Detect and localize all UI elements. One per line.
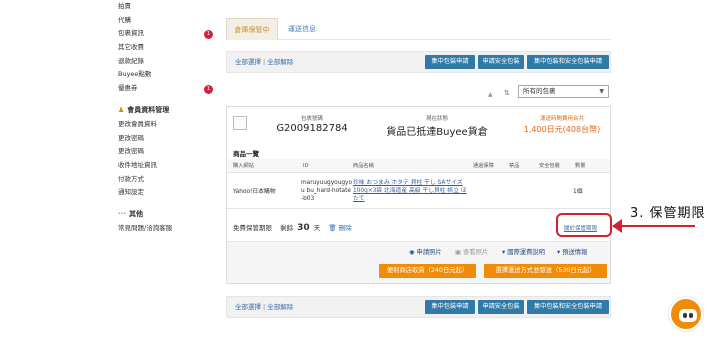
bulk-action-bar-top: 全部選擇 | 全部解除 集中包裝申請 申請安全包裝 集中包裝和安全包裝申請 <box>226 51 611 73</box>
chevron-down-icon: ▼ <box>599 88 604 95</box>
sidebar-section-other: ··· 其他 <box>110 206 220 222</box>
price-value: 1,400日元(408台幣) <box>523 125 601 134</box>
storage-remaining-label: 剩餘 <box>280 224 294 232</box>
annotation-arrow-line <box>620 225 695 227</box>
consolidate-and-safe-pack-button[interactable]: 集中包裝和安全包裝申請 <box>527 55 609 69</box>
bulk-action-bar-bottom: 全部選擇 | 全部解除 集中包裝申請 申請安全包裝 集中包裝和安全包裝申請 <box>226 296 611 318</box>
row-site: Yahoo!日本購物 <box>233 189 276 195</box>
storage-unit: 天 <box>313 224 321 232</box>
sort-icon[interactable]: ⇅ <box>504 89 510 97</box>
product-table-header: 購入網站 ID 商品名稱 通過保障 禁品 安全包裝 數量 <box>227 159 610 173</box>
safe-pack-button[interactable]: 申請安全包裝 <box>478 55 524 69</box>
sidebar-item[interactable]: 通知設定 <box>110 186 220 200</box>
chat-robot-icon <box>679 309 697 322</box>
product-list-title: 商品一覽 <box>233 150 259 158</box>
sidebar-item-label: 拍賣 <box>118 2 131 10</box>
sidebar-item-label: Buyee點數 <box>118 70 152 79</box>
annotation-highlight-box <box>556 213 612 237</box>
sidebar-item[interactable]: 常見問題/洽詢客服 <box>110 222 220 236</box>
annotation-label: 3. 保管期限 <box>630 206 706 221</box>
filter-triangle-icon: ▲ <box>488 91 493 98</box>
storage-period: 免費保管期限 剩餘 30 天 🗑 刪除 <box>233 222 352 233</box>
chevron-down-icon: ▾ <box>502 249 506 256</box>
sidebar-item[interactable]: 優惠券 1 <box>110 82 220 96</box>
section-title: 其他 <box>128 209 143 218</box>
request-photo-button[interactable]: ◉ 申請照片 <box>409 247 442 256</box>
deselect-all-link[interactable]: 全部解除 <box>267 303 293 311</box>
sidebar-item-label: 代購 <box>118 15 131 24</box>
selection-links: 全部選擇 | 全部解除 <box>235 303 294 311</box>
safe-pack-button[interactable]: 申請安全包裝 <box>478 300 524 314</box>
sidebar-section-member: ♟ 會員資料管理 <box>110 102 220 118</box>
selection-links: 全部選擇 | 全部解除 <box>235 58 294 66</box>
sidebar-item[interactable]: 更改會員資料 <box>110 118 220 132</box>
notification-badge: 1 <box>204 30 213 40</box>
choose-shipping-button[interactable]: 選擇運送方式並發送（530日元起） <box>484 264 607 278</box>
th-site: 購入網站 <box>233 163 254 169</box>
trash-icon: 🗑 <box>328 224 337 232</box>
select-all-link[interactable]: 全部選擇 <box>235 58 261 66</box>
status-value: 貨品已抵達Buyee貨倉 <box>386 127 488 138</box>
sidebar-item-label: 包裹資訊 <box>118 29 144 38</box>
view-photo-button[interactable]: ▣ 查看照片 <box>455 247 488 256</box>
sidebar-item[interactable]: Buyee點數 <box>110 68 220 82</box>
tab-warehouse[interactable]: 倉庫保管中 <box>226 18 278 40</box>
sidebar-item-label: 優惠券 <box>118 84 138 93</box>
notification-badge: 1 <box>204 85 213 95</box>
camera-icon: ◉ <box>409 249 415 256</box>
chat-support-button[interactable] <box>669 297 703 331</box>
th-safe-pack: 安全包裝 <box>539 163 560 169</box>
sidebar-item-label: 其它收費 <box>118 43 144 52</box>
tab-bar: 倉庫保管中 運送信息 <box>226 18 611 40</box>
chevron-down-icon: ▾ <box>557 249 561 256</box>
consolidate-button[interactable]: 集中包裝申請 <box>425 55 475 69</box>
th-id: ID <box>303 163 309 169</box>
sidebar-item-label: 退款紀錄 <box>118 56 144 65</box>
sidebar-item[interactable]: 退款紀錄 <box>110 55 220 69</box>
delete-button[interactable]: 🗑 刪除 <box>328 224 351 232</box>
th-guarantee: 通過保障 <box>473 163 494 169</box>
consolidate-and-safe-pack-button[interactable]: 集中包裝和安全包裝申請 <box>527 300 609 314</box>
intl-shipping-guide-toggle[interactable]: ▾ 國際運費說明 <box>502 247 545 256</box>
sidebar-item[interactable]: 更改密碼 <box>110 132 220 146</box>
select-all-link[interactable]: 全部選擇 <box>235 303 261 311</box>
section-title: 會員資料管理 <box>127 105 170 114</box>
package-checkbox[interactable] <box>233 116 247 130</box>
sidebar-item[interactable]: 收件地址資訊 <box>110 159 220 173</box>
divider <box>227 208 610 209</box>
product-name-link[interactable]: 珍味 おつまみ ホタテ 貝柱 干し SAサイズ 100g×3袋 北海道産 高級 … <box>353 179 471 203</box>
image-icon: ▣ <box>455 249 461 256</box>
sidebar-item[interactable]: 包裹資訊 1 <box>110 27 220 41</box>
th-qty: 數量 <box>575 163 586 169</box>
sidebar-item[interactable]: 代購 <box>110 14 220 28</box>
package-toolbar: ◉ 申請照片 ▣ 查看照片 ▾ 國際運費說明 ▾ 預送情報 便利商店取貨（240… <box>227 241 610 283</box>
package-filter-select[interactable]: 所有的包裹 ▼ <box>518 85 609 98</box>
sidebar-item[interactable]: 付款方式 <box>110 173 220 187</box>
dots-icon: ··· <box>118 209 126 218</box>
package-card: 包裹號碼 G2009182784 現在狀態 貨品已抵達Buyee貨倉 運送時間費… <box>226 106 611 284</box>
deselect-all-link[interactable]: 全部解除 <box>267 58 293 66</box>
package-no: G2009182784 <box>276 123 348 134</box>
sidebar-item[interactable]: 拍賣 <box>110 0 220 14</box>
status-label: 現在狀態 <box>425 116 448 122</box>
sidebar: 拍賣 代購 包裹資訊 1 其它收費 退款紀錄 Buyee點數 優惠券 1 ♟ 會員資料管理 更改會員資… <box>110 0 220 236</box>
tab-shipping-info[interactable]: 運送信息 <box>282 18 322 40</box>
th-prohibited: 禁品 <box>509 163 520 169</box>
sidebar-item[interactable]: 其它收費 <box>110 41 220 55</box>
sidebar-item[interactable]: 更改密碼 <box>110 145 220 159</box>
user-icon: ♟ <box>118 105 125 114</box>
row-id: maruyuugyougyou bu_hard-hotate-b03 <box>301 180 353 202</box>
price-label: 運送時間費用合共 <box>539 116 584 122</box>
store-pickup-button[interactable]: 便利商店取貨（240日元起） <box>379 264 476 278</box>
storage-days: 30 <box>297 223 310 233</box>
package-no-label: 包裹號碼 <box>300 116 323 122</box>
row-qty: 1個 <box>573 189 583 195</box>
shipping-info-toggle[interactable]: ▾ 預送情報 <box>557 247 587 256</box>
consolidate-button[interactable]: 集中包裝申請 <box>425 300 475 314</box>
th-name: 商品名稱 <box>353 163 374 169</box>
storage-label: 免費保管期限 <box>233 224 272 232</box>
